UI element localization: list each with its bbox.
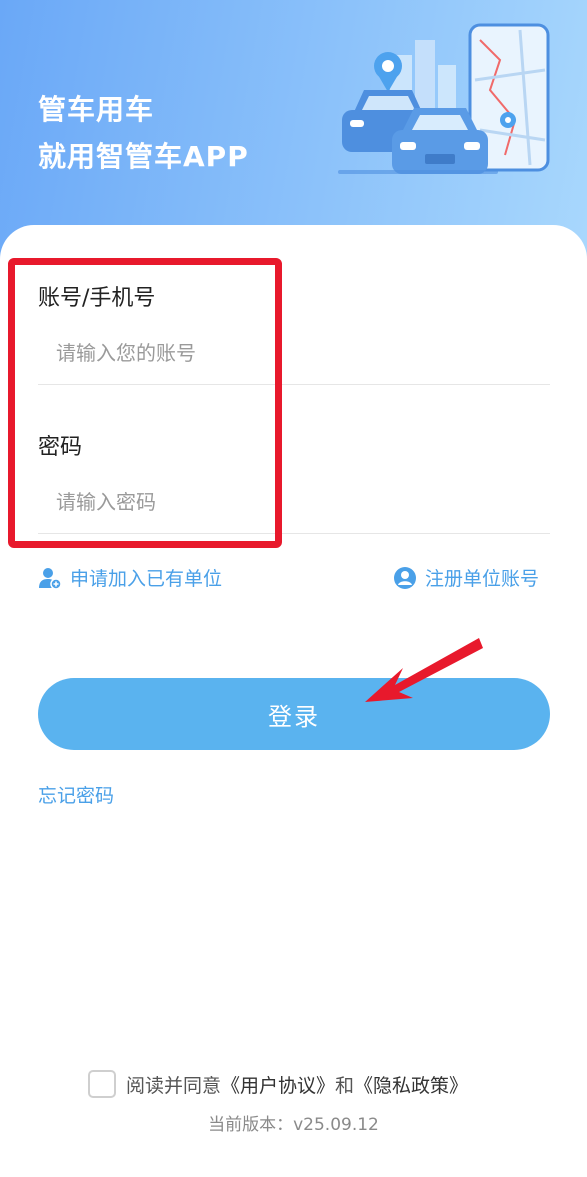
register-unit-label: 注册单位账号: [425, 568, 540, 590]
header-title-line1: 管车用车: [38, 93, 155, 126]
forgot-password-link[interactable]: 忘记密码: [38, 781, 114, 808]
register-unit-link[interactable]: 注册单位账号: [393, 564, 539, 591]
pointer-arrow-annotation: [365, 638, 483, 702]
header-title-line2: 就用智管车APP: [38, 140, 249, 173]
agreement-prefix: 阅读并同意: [126, 1074, 222, 1097]
user-add-icon: [39, 567, 62, 590]
join-unit-label: 申请加入已有单位: [70, 568, 223, 590]
cars-map-illustration: [338, 23, 550, 174]
agreement-row: 阅读并同意 《用户协议》和《隐私政策》: [88, 1070, 468, 1098]
agreement-checkbox[interactable]: [88, 1070, 116, 1098]
user-register-icon: [394, 566, 416, 589]
agreement-and: 和: [335, 1074, 355, 1097]
highlight-annotation-box: [8, 258, 282, 548]
version-text: 当前版本：v25.09.12: [208, 1115, 379, 1135]
user-agreement-link[interactable]: 《用户协议》: [221, 1071, 335, 1098]
privacy-policy-link[interactable]: 《隐私政策》: [354, 1071, 468, 1098]
join-unit-link[interactable]: 申请加入已有单位: [38, 564, 222, 591]
